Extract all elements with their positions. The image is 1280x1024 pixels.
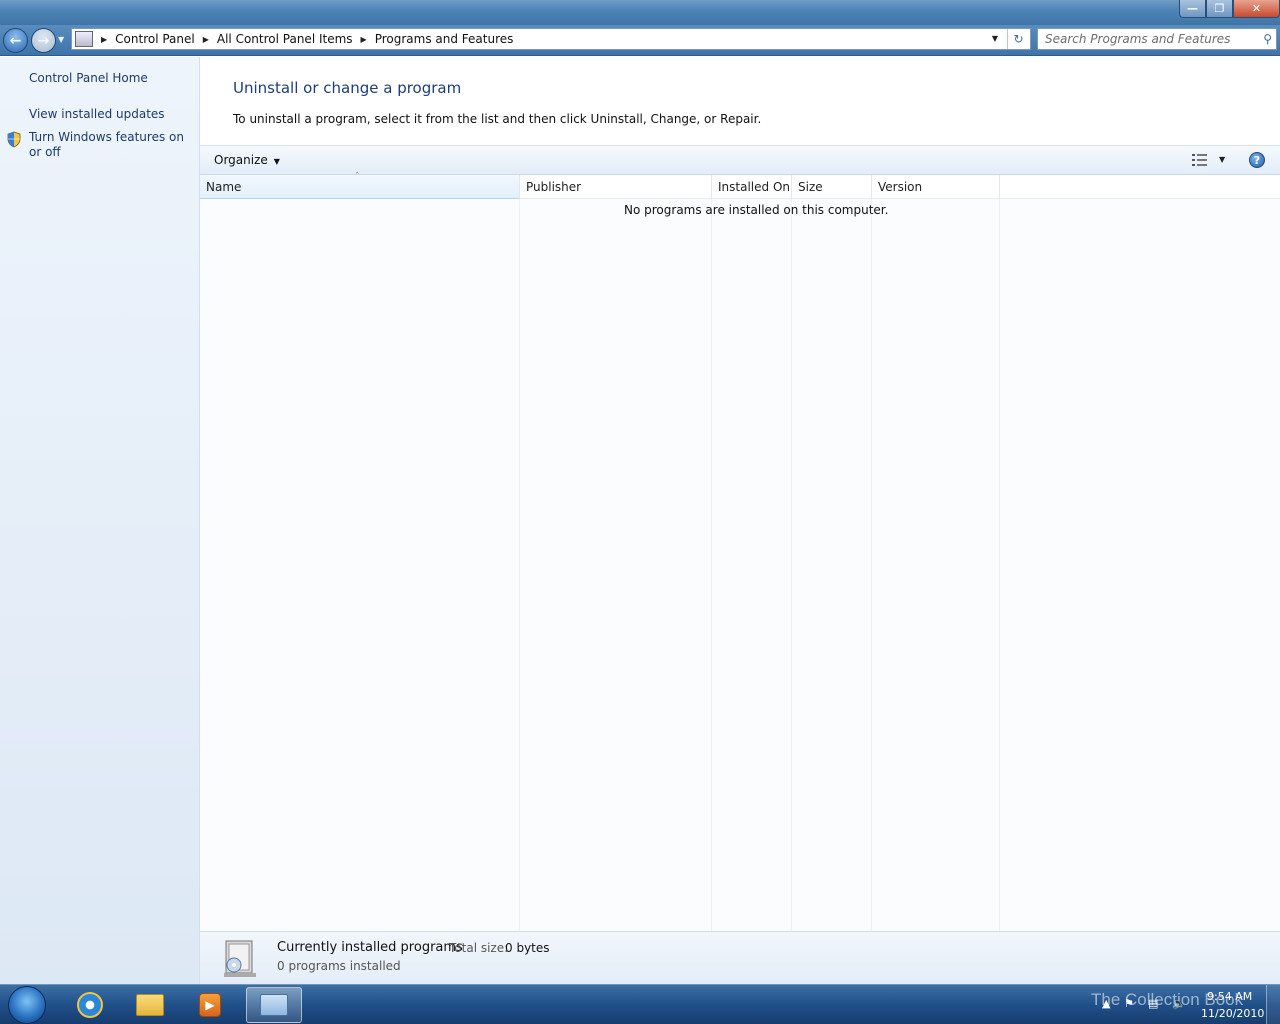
taskbar-internet-explorer[interactable] [62,987,118,1023]
window-controls: — ❐ ✕ [1179,0,1280,18]
column-divider [711,199,712,931]
search-box: ⚲ [1037,28,1277,50]
total-size-label: Total size: [449,941,509,955]
chevron-down-icon: ▼ [273,157,280,166]
column-divider [519,199,520,931]
taskbar-control-panel[interactable] [246,987,302,1023]
main-content: Uninstall or change a program To uninsta… [200,57,1280,984]
shield-icon [7,131,21,148]
recent-pages-dropdown-icon[interactable]: ▼ [58,35,64,44]
breadcrumb-control-panel[interactable]: Control Panel [115,32,195,46]
sort-ascending-icon: ˆ [355,172,360,182]
column-label: Name [206,180,242,194]
search-input[interactable] [1038,29,1248,49]
column-divider [871,199,872,931]
start-button[interactable] [8,986,46,1024]
show-desktop-button[interactable] [1266,985,1280,1024]
breadcrumb-all-items[interactable]: All Control Panel Items [217,32,353,46]
forward-button[interactable]: → [31,28,56,53]
organize-button[interactable]: Organize ▼ [214,153,280,167]
folder-icon [136,994,164,1016]
restore-button[interactable]: ❐ [1206,0,1233,18]
column-divider [791,199,792,931]
internet-explorer-icon [77,992,103,1018]
refresh-icon[interactable]: ↻ [1007,29,1029,49]
column-header-version[interactable]: Version [872,175,1000,199]
media-player-icon: ▶ [199,993,221,1017]
control-panel-icon [260,994,288,1016]
clock-date[interactable]: 11/20/2010 [1201,1007,1264,1020]
navigation-bar: ← → ▼ ▶ Control Panel ▶ All Control Pane… [0,25,1280,56]
control-panel-home-link[interactable]: Control Panel Home [29,71,189,86]
volume-icon[interactable]: 🔈 [1172,997,1186,1010]
column-header-installed-on[interactable]: Installed On [712,175,792,199]
list-header: ˆ Name Publisher Installed On Size Versi… [200,172,1280,199]
column-header-name[interactable]: ˆ Name [200,172,520,199]
task-pane: Control Panel Home View installed update… [0,57,200,984]
column-header-size[interactable]: Size [792,175,872,199]
breadcrumb-programs-features[interactable]: Programs and Features [375,32,514,46]
column-divider [999,199,1000,931]
column-header-publisher[interactable]: Publisher [520,175,712,199]
empty-list-message: No programs are installed on this comput… [624,203,889,217]
minimize-button[interactable]: — [1179,0,1206,18]
view-options-dropdown-icon[interactable]: ▼ [1219,155,1225,164]
windows-features-link[interactable]: Turn Windows features on or off [29,130,189,160]
taskbar-media-player[interactable]: ▶ [182,987,238,1023]
clock-time[interactable]: 9:54 AM [1207,990,1252,1003]
title-bar: — ❐ ✕ [0,0,1280,25]
details-pane: Currently installed programs Total size:… [200,931,1280,984]
organize-label: Organize [214,153,268,167]
instructions-text: To uninstall a program, select it from t… [233,112,762,126]
page-title: Uninstall or change a program [233,79,462,97]
control-panel-icon [75,31,93,47]
address-bar[interactable]: ▶ Control Panel ▶ All Control Panel Item… [71,28,1031,50]
view-installed-updates-link[interactable]: View installed updates [29,107,189,122]
show-hidden-icons-icon[interactable]: ▲ [1102,997,1110,1010]
change-view-icon[interactable] [1192,154,1207,166]
action-center-flag-icon[interactable]: ⚑ [1124,997,1134,1010]
taskbar: ▶ The Collection Book ▲ ⚑ ▤ 🔈 9:54 AM 11… [0,984,1280,1024]
address-dropdown-icon[interactable]: ▼ [992,34,998,43]
help-icon[interactable]: ? [1249,152,1265,168]
breadcrumb-chevron-icon[interactable]: ▶ [203,35,209,44]
installed-programs-icon [224,940,256,977]
program-list[interactable]: No programs are installed on this comput… [200,199,1280,931]
back-arrow-icon: ← [9,32,22,49]
total-size-value: 0 bytes [505,941,550,955]
network-icon[interactable]: ▤ [1148,997,1158,1010]
details-title: Currently installed programs [277,940,463,955]
program-count: 0 programs installed [277,959,401,973]
breadcrumb-chevron-icon[interactable]: ▶ [361,35,367,44]
forward-arrow-icon: → [37,32,50,49]
breadcrumb-chevron-icon[interactable]: ▶ [101,35,107,44]
taskbar-windows-explorer[interactable] [122,987,178,1023]
close-button[interactable]: ✕ [1233,0,1280,18]
back-button[interactable]: ← [3,28,28,53]
command-bar: Organize ▼ ▼ ? [200,145,1280,175]
search-icon[interactable]: ⚲ [1263,32,1272,46]
